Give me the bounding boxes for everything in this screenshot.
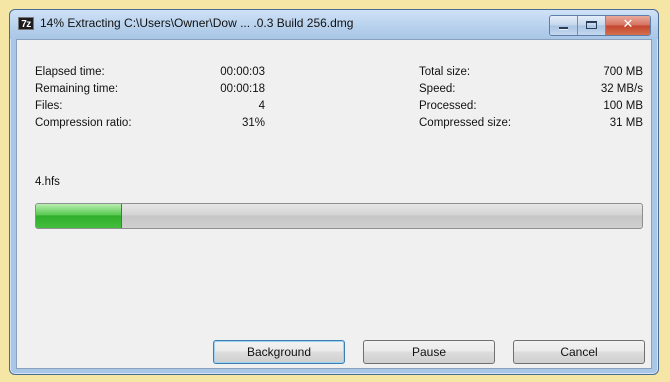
minimize-button[interactable] xyxy=(550,16,578,35)
caption-buttons: ✕ xyxy=(549,15,651,36)
compression-ratio-value: 31% xyxy=(241,117,265,129)
speed-value: 32 MB/s xyxy=(600,83,643,95)
processed-value: 100 MB xyxy=(603,100,643,112)
cancel-button[interactable]: Cancel xyxy=(513,340,645,364)
total-size-label: Total size: xyxy=(419,66,471,78)
7zip-app-icon: 7z xyxy=(18,17,34,30)
compression-ratio-label: Compression ratio: xyxy=(35,117,132,129)
speed-label: Speed: xyxy=(419,83,456,95)
compressed-size-label: Compressed size: xyxy=(419,117,512,129)
minimize-icon xyxy=(559,27,568,29)
elapsed-time-value: 00:00:03 xyxy=(220,66,265,78)
current-file-name: 4.hfs xyxy=(35,176,60,188)
extract-progress-window: 7z 14% Extracting C:\Users\Owner\Dow ...… xyxy=(9,9,659,375)
files-value: 4 xyxy=(258,100,265,112)
total-size-value: 700 MB xyxy=(603,66,643,78)
close-button[interactable]: ✕ xyxy=(606,16,650,35)
remaining-time-value: 00:00:18 xyxy=(220,83,265,95)
extraction-progress-bar xyxy=(35,203,643,229)
elapsed-time-label: Elapsed time: xyxy=(35,66,105,78)
pause-button[interactable]: Pause xyxy=(363,340,495,364)
processed-label: Processed: xyxy=(419,100,477,112)
background-button[interactable]: Background xyxy=(213,340,345,364)
maximize-button[interactable] xyxy=(578,16,606,35)
window-title: 14% Extracting C:\Users\Owner\Dow ... .0… xyxy=(40,16,354,30)
compressed-size-value: 31 MB xyxy=(609,117,643,129)
dialog-body: Elapsed time: 00:00:03 Remaining time: 0… xyxy=(16,39,652,369)
files-label: Files: xyxy=(35,100,63,112)
maximize-icon xyxy=(586,21,597,29)
title-bar[interactable]: 7z 14% Extracting C:\Users\Owner\Dow ...… xyxy=(10,10,658,39)
close-icon: ✕ xyxy=(622,17,634,32)
progress-bar-fill xyxy=(36,204,122,228)
remaining-time-label: Remaining time: xyxy=(35,83,119,95)
